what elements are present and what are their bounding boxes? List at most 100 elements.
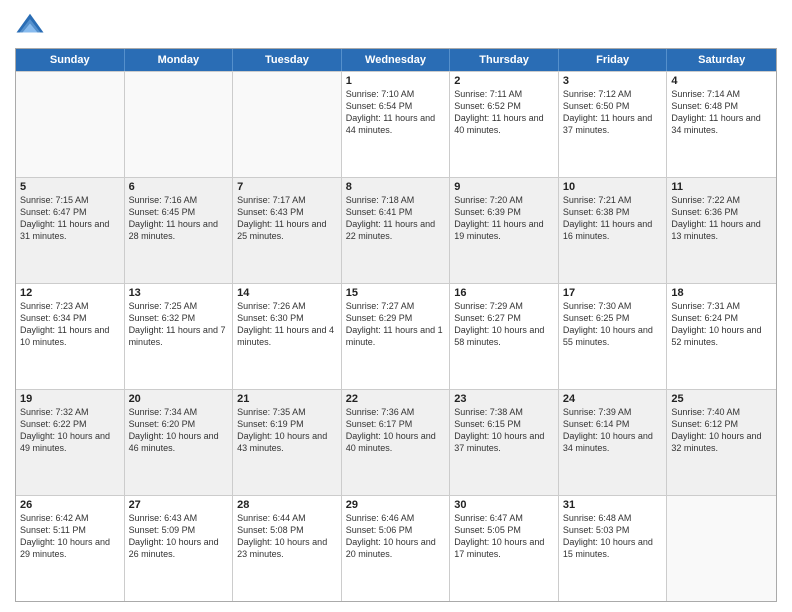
calendar-week-5: 26Sunrise: 6:42 AM Sunset: 5:11 PM Dayli…	[16, 495, 776, 601]
day-info: Sunrise: 7:38 AM Sunset: 6:15 PM Dayligh…	[454, 406, 554, 455]
calendar-day-30: 30Sunrise: 6:47 AM Sunset: 5:05 PM Dayli…	[450, 496, 559, 601]
day-number: 9	[454, 181, 554, 193]
day-number: 19	[20, 393, 120, 405]
header-day-monday: Monday	[125, 49, 234, 71]
day-number: 1	[346, 75, 446, 87]
day-info: Sunrise: 7:30 AM Sunset: 6:25 PM Dayligh…	[563, 300, 663, 349]
day-number: 27	[129, 499, 229, 511]
day-number: 5	[20, 181, 120, 193]
day-info: Sunrise: 6:47 AM Sunset: 5:05 PM Dayligh…	[454, 512, 554, 561]
calendar-day-23: 23Sunrise: 7:38 AM Sunset: 6:15 PM Dayli…	[450, 390, 559, 495]
day-number: 30	[454, 499, 554, 511]
calendar-day-22: 22Sunrise: 7:36 AM Sunset: 6:17 PM Dayli…	[342, 390, 451, 495]
day-info: Sunrise: 7:20 AM Sunset: 6:39 PM Dayligh…	[454, 194, 554, 243]
header-day-friday: Friday	[559, 49, 668, 71]
calendar-day-15: 15Sunrise: 7:27 AM Sunset: 6:29 PM Dayli…	[342, 284, 451, 389]
day-number: 20	[129, 393, 229, 405]
calendar-day-28: 28Sunrise: 6:44 AM Sunset: 5:08 PM Dayli…	[233, 496, 342, 601]
day-number: 12	[20, 287, 120, 299]
day-info: Sunrise: 7:29 AM Sunset: 6:27 PM Dayligh…	[454, 300, 554, 349]
header-day-wednesday: Wednesday	[342, 49, 451, 71]
calendar-empty-cell	[233, 72, 342, 177]
day-number: 18	[671, 287, 772, 299]
calendar-day-21: 21Sunrise: 7:35 AM Sunset: 6:19 PM Dayli…	[233, 390, 342, 495]
calendar-day-11: 11Sunrise: 7:22 AM Sunset: 6:36 PM Dayli…	[667, 178, 776, 283]
calendar-empty-cell	[667, 496, 776, 601]
calendar-day-20: 20Sunrise: 7:34 AM Sunset: 6:20 PM Dayli…	[125, 390, 234, 495]
day-info: Sunrise: 7:21 AM Sunset: 6:38 PM Dayligh…	[563, 194, 663, 243]
day-number: 22	[346, 393, 446, 405]
calendar-day-24: 24Sunrise: 7:39 AM Sunset: 6:14 PM Dayli…	[559, 390, 668, 495]
day-number: 25	[671, 393, 772, 405]
day-number: 2	[454, 75, 554, 87]
day-number: 23	[454, 393, 554, 405]
calendar-day-31: 31Sunrise: 6:48 AM Sunset: 5:03 PM Dayli…	[559, 496, 668, 601]
calendar-day-18: 18Sunrise: 7:31 AM Sunset: 6:24 PM Dayli…	[667, 284, 776, 389]
day-info: Sunrise: 7:31 AM Sunset: 6:24 PM Dayligh…	[671, 300, 772, 349]
day-info: Sunrise: 6:43 AM Sunset: 5:09 PM Dayligh…	[129, 512, 229, 561]
calendar-day-3: 3Sunrise: 7:12 AM Sunset: 6:50 PM Daylig…	[559, 72, 668, 177]
day-info: Sunrise: 7:25 AM Sunset: 6:32 PM Dayligh…	[129, 300, 229, 349]
day-number: 21	[237, 393, 337, 405]
day-number: 11	[671, 181, 772, 193]
calendar-week-3: 12Sunrise: 7:23 AM Sunset: 6:34 PM Dayli…	[16, 283, 776, 389]
calendar-day-9: 9Sunrise: 7:20 AM Sunset: 6:39 PM Daylig…	[450, 178, 559, 283]
calendar-week-2: 5Sunrise: 7:15 AM Sunset: 6:47 PM Daylig…	[16, 177, 776, 283]
day-info: Sunrise: 7:15 AM Sunset: 6:47 PM Dayligh…	[20, 194, 120, 243]
day-number: 8	[346, 181, 446, 193]
day-number: 31	[563, 499, 663, 511]
calendar-day-2: 2Sunrise: 7:11 AM Sunset: 6:52 PM Daylig…	[450, 72, 559, 177]
day-number: 7	[237, 181, 337, 193]
calendar-day-14: 14Sunrise: 7:26 AM Sunset: 6:30 PM Dayli…	[233, 284, 342, 389]
calendar-empty-cell	[16, 72, 125, 177]
header	[15, 10, 777, 40]
day-info: Sunrise: 6:44 AM Sunset: 5:08 PM Dayligh…	[237, 512, 337, 561]
day-number: 28	[237, 499, 337, 511]
day-info: Sunrise: 7:34 AM Sunset: 6:20 PM Dayligh…	[129, 406, 229, 455]
day-info: Sunrise: 7:36 AM Sunset: 6:17 PM Dayligh…	[346, 406, 446, 455]
calendar-day-29: 29Sunrise: 6:46 AM Sunset: 5:06 PM Dayli…	[342, 496, 451, 601]
calendar-empty-cell	[125, 72, 234, 177]
calendar-week-4: 19Sunrise: 7:32 AM Sunset: 6:22 PM Dayli…	[16, 389, 776, 495]
day-info: Sunrise: 7:35 AM Sunset: 6:19 PM Dayligh…	[237, 406, 337, 455]
day-info: Sunrise: 7:16 AM Sunset: 6:45 PM Dayligh…	[129, 194, 229, 243]
calendar-day-6: 6Sunrise: 7:16 AM Sunset: 6:45 PM Daylig…	[125, 178, 234, 283]
day-number: 17	[563, 287, 663, 299]
header-day-sunday: Sunday	[16, 49, 125, 71]
calendar-day-25: 25Sunrise: 7:40 AM Sunset: 6:12 PM Dayli…	[667, 390, 776, 495]
day-number: 15	[346, 287, 446, 299]
day-info: Sunrise: 7:27 AM Sunset: 6:29 PM Dayligh…	[346, 300, 446, 349]
header-day-thursday: Thursday	[450, 49, 559, 71]
calendar-day-4: 4Sunrise: 7:14 AM Sunset: 6:48 PM Daylig…	[667, 72, 776, 177]
calendar-header-row: SundayMondayTuesdayWednesdayThursdayFrid…	[16, 49, 776, 71]
logo	[15, 10, 49, 40]
day-info: Sunrise: 7:40 AM Sunset: 6:12 PM Dayligh…	[671, 406, 772, 455]
calendar-day-8: 8Sunrise: 7:18 AM Sunset: 6:41 PM Daylig…	[342, 178, 451, 283]
day-info: Sunrise: 7:17 AM Sunset: 6:43 PM Dayligh…	[237, 194, 337, 243]
calendar-day-17: 17Sunrise: 7:30 AM Sunset: 6:25 PM Dayli…	[559, 284, 668, 389]
page: SundayMondayTuesdayWednesdayThursdayFrid…	[0, 0, 792, 612]
day-info: Sunrise: 7:18 AM Sunset: 6:41 PM Dayligh…	[346, 194, 446, 243]
day-info: Sunrise: 7:39 AM Sunset: 6:14 PM Dayligh…	[563, 406, 663, 455]
day-number: 14	[237, 287, 337, 299]
header-day-tuesday: Tuesday	[233, 49, 342, 71]
day-info: Sunrise: 7:10 AM Sunset: 6:54 PM Dayligh…	[346, 88, 446, 137]
day-info: Sunrise: 7:32 AM Sunset: 6:22 PM Dayligh…	[20, 406, 120, 455]
day-number: 13	[129, 287, 229, 299]
day-number: 6	[129, 181, 229, 193]
calendar-day-5: 5Sunrise: 7:15 AM Sunset: 6:47 PM Daylig…	[16, 178, 125, 283]
day-info: Sunrise: 7:14 AM Sunset: 6:48 PM Dayligh…	[671, 88, 772, 137]
day-number: 16	[454, 287, 554, 299]
calendar-day-26: 26Sunrise: 6:42 AM Sunset: 5:11 PM Dayli…	[16, 496, 125, 601]
day-info: Sunrise: 7:12 AM Sunset: 6:50 PM Dayligh…	[563, 88, 663, 137]
day-number: 10	[563, 181, 663, 193]
calendar-day-27: 27Sunrise: 6:43 AM Sunset: 5:09 PM Dayli…	[125, 496, 234, 601]
logo-icon	[15, 10, 45, 40]
calendar: SundayMondayTuesdayWednesdayThursdayFrid…	[15, 48, 777, 602]
calendar-week-1: 1Sunrise: 7:10 AM Sunset: 6:54 PM Daylig…	[16, 71, 776, 177]
day-number: 24	[563, 393, 663, 405]
header-day-saturday: Saturday	[667, 49, 776, 71]
day-info: Sunrise: 7:22 AM Sunset: 6:36 PM Dayligh…	[671, 194, 772, 243]
day-number: 26	[20, 499, 120, 511]
day-info: Sunrise: 7:26 AM Sunset: 6:30 PM Dayligh…	[237, 300, 337, 349]
